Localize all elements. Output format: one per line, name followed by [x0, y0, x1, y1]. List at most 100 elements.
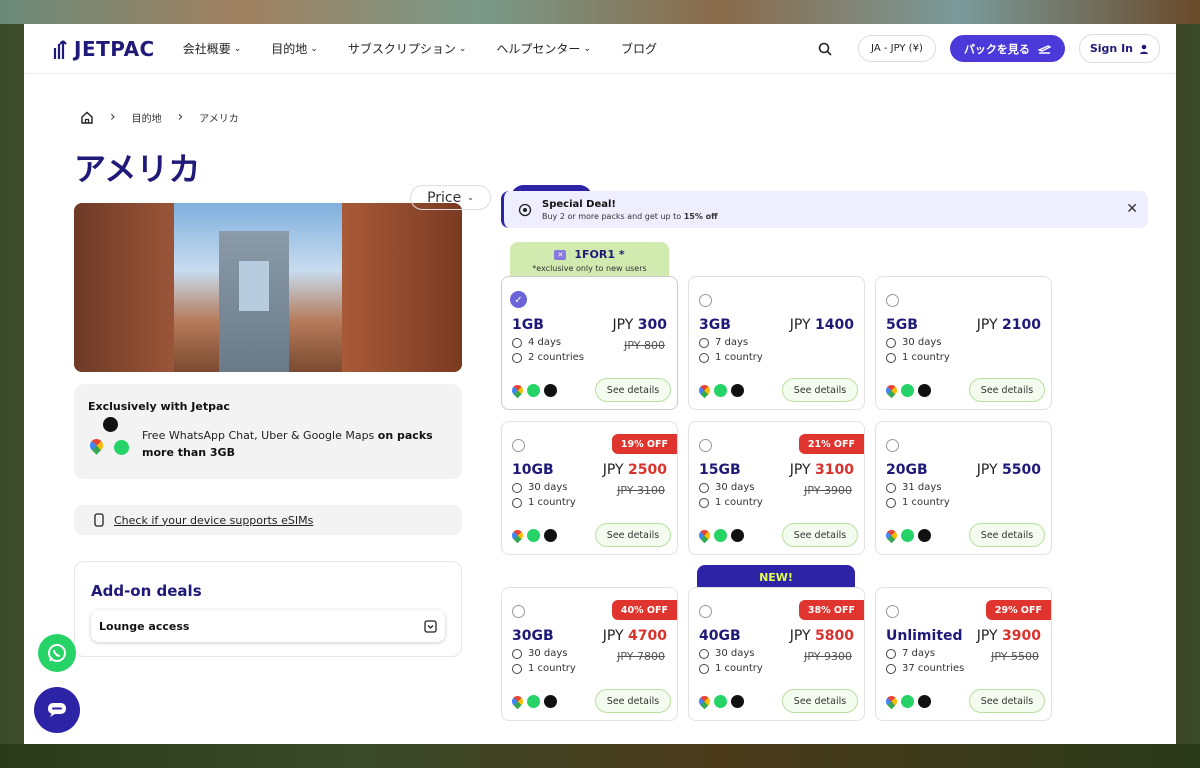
search-icon[interactable]	[814, 38, 836, 60]
checkbox-dropdown-icon[interactable]	[424, 619, 437, 633]
pack-card[interactable]: 21% OFF 15GB JPY 3100 JPY 3900 30 days 1…	[688, 421, 865, 555]
menu-label: サブスクリプション	[347, 42, 456, 56]
price-amount: 4700	[628, 628, 667, 644]
pack-price: JPY 3900	[977, 628, 1041, 644]
original-price: JPY 7800	[617, 650, 665, 663]
pack-size: 1GB	[512, 317, 544, 333]
google-maps-icon	[696, 527, 713, 544]
pack-radio[interactable]	[699, 294, 712, 307]
see-details-button[interactable]: See details	[782, 523, 858, 547]
menu-item-blog[interactable]: ブログ	[621, 40, 657, 57]
close-icon[interactable]: ✕	[1126, 201, 1138, 217]
see-details-button[interactable]: See details	[969, 378, 1045, 402]
globe-icon	[699, 352, 709, 363]
pack-card[interactable]: 19% OFF 10GB JPY 2500 JPY 3100 30 days 1…	[501, 421, 678, 555]
see-details-button[interactable]: See details	[969, 689, 1045, 713]
pack-radio[interactable]	[512, 439, 525, 452]
included-apps	[696, 382, 744, 399]
menu-item-help-center[interactable]: ヘルプセンター ⌄	[496, 40, 591, 57]
pack-size: 30GB	[512, 628, 554, 644]
countries-label: 1 country	[902, 497, 950, 508]
view-packs-button[interactable]: パックを見る	[949, 35, 1065, 62]
clock-icon	[699, 482, 709, 493]
see-details-button[interactable]: See details	[782, 378, 858, 402]
price-amount: 3100	[815, 462, 854, 478]
whatsapp-icon	[901, 695, 914, 708]
pack-radio[interactable]	[512, 605, 525, 618]
exclusive-row: Free WhatsApp Chat, Uber & Google Maps o…	[87, 417, 448, 465]
pack-duration: 30 days	[512, 648, 568, 659]
countries-label: 1 country	[715, 352, 763, 363]
pack-radio[interactable]	[886, 439, 899, 452]
see-details-button[interactable]: See details	[595, 523, 671, 547]
pack-card[interactable]: 38% OFF 40GB JPY 5800 JPY 9300 30 days 1…	[688, 587, 865, 721]
language-currency-button[interactable]: JA - JPY (¥)	[858, 35, 936, 62]
hero-building-right	[342, 203, 462, 372]
see-details-button[interactable]: See details	[595, 378, 671, 402]
countries-label: 2 countries	[528, 352, 585, 363]
pack-card[interactable]: 29% OFF Unlimited JPY 3900 JPY 5500 7 da…	[875, 587, 1052, 721]
breadcrumb-current: アメリカ	[199, 113, 239, 125]
logo[interactable]: JETPAC	[52, 37, 155, 61]
original-price: JPY 5500	[991, 650, 1039, 663]
whatsapp-icon	[714, 384, 727, 397]
globe-icon	[512, 663, 522, 674]
days-label: 30 days	[715, 648, 755, 659]
pack-card[interactable]: ✓ 1GB JPY 300 JPY 800 4 days 2 countries…	[501, 276, 678, 410]
promo-code-label: 1FOR1 *	[574, 248, 625, 261]
pack-size: 5GB	[886, 317, 918, 333]
countries-label: 1 country	[528, 497, 576, 508]
currency-label: JPY	[976, 628, 998, 644]
tab-price[interactable]: Price ⌄	[410, 185, 491, 210]
price-amount: 300	[637, 317, 667, 333]
breadcrumb-destinations[interactable]: 目的地	[132, 110, 162, 125]
whatsapp-floating-button[interactable]	[38, 634, 76, 672]
sign-in-button[interactable]: Sign In	[1078, 34, 1160, 63]
google-maps-icon	[509, 527, 526, 544]
see-details-button[interactable]: See details	[782, 689, 858, 713]
pack-card[interactable]: 40% OFF 30GB JPY 4700 JPY 7800 30 days 1…	[501, 587, 678, 721]
pack-card[interactable]: 3GB JPY 1400 7 days 1 country See detail…	[688, 276, 865, 410]
menu-item-about[interactable]: 会社概要 ⌄	[183, 40, 242, 57]
chat-floating-button[interactable]	[34, 687, 80, 733]
clock-icon	[512, 648, 522, 659]
exclusive-text: Free WhatsApp Chat, Uber & Google Maps o…	[142, 427, 433, 461]
special-deal-banner: Special Deal! Buy 2 or more packs and ge…	[501, 191, 1148, 228]
whatsapp-icon	[901, 529, 914, 542]
google-maps-icon	[87, 436, 106, 455]
menu-label: ブログ	[620, 42, 657, 56]
see-details-button[interactable]: See details	[969, 523, 1045, 547]
pack-radio[interactable]	[699, 439, 712, 452]
chat-bubble-icon	[48, 703, 66, 717]
currency-label: JPY	[789, 462, 811, 478]
home-icon[interactable]	[80, 111, 94, 124]
view-packs-label: パックを見る	[963, 42, 1030, 56]
google-maps-icon	[883, 527, 900, 544]
uber-icon	[918, 384, 931, 397]
esim-compatibility-link[interactable]: Check if your device supports eSIMs	[74, 505, 462, 535]
pack-radio[interactable]	[699, 605, 712, 618]
globe-icon	[699, 497, 709, 508]
lounge-access-row[interactable]: Lounge access	[91, 610, 445, 642]
globe-icon	[512, 352, 522, 363]
menu-item-destinations[interactable]: 目的地 ⌄	[271, 40, 318, 57]
globe-icon	[886, 663, 896, 674]
pack-size: 40GB	[699, 628, 741, 644]
pack-radio[interactable]	[886, 294, 899, 307]
days-label: 30 days	[528, 482, 568, 493]
pack-card[interactable]: 20GB JPY 5500 31 days 1 country See deta…	[875, 421, 1052, 555]
included-apps	[883, 382, 931, 399]
whatsapp-icon	[527, 384, 540, 397]
pack-duration: 7 days	[886, 648, 935, 659]
pack-card[interactable]: 5GB JPY 2100 30 days 1 country See detai…	[875, 276, 1052, 410]
uber-icon	[544, 695, 557, 708]
currency-label: JPY	[612, 317, 634, 333]
menu-item-subscriptions[interactable]: サブスクリプション ⌄	[348, 40, 467, 57]
menu-label: ヘルプセンター	[496, 42, 581, 56]
pack-radio[interactable]: ✓	[510, 291, 527, 308]
currency-label: JPY	[976, 462, 998, 478]
pack-radio[interactable]	[886, 605, 899, 618]
days-label: 30 days	[528, 648, 568, 659]
see-details-button[interactable]: See details	[595, 689, 671, 713]
clock-icon	[699, 648, 709, 659]
